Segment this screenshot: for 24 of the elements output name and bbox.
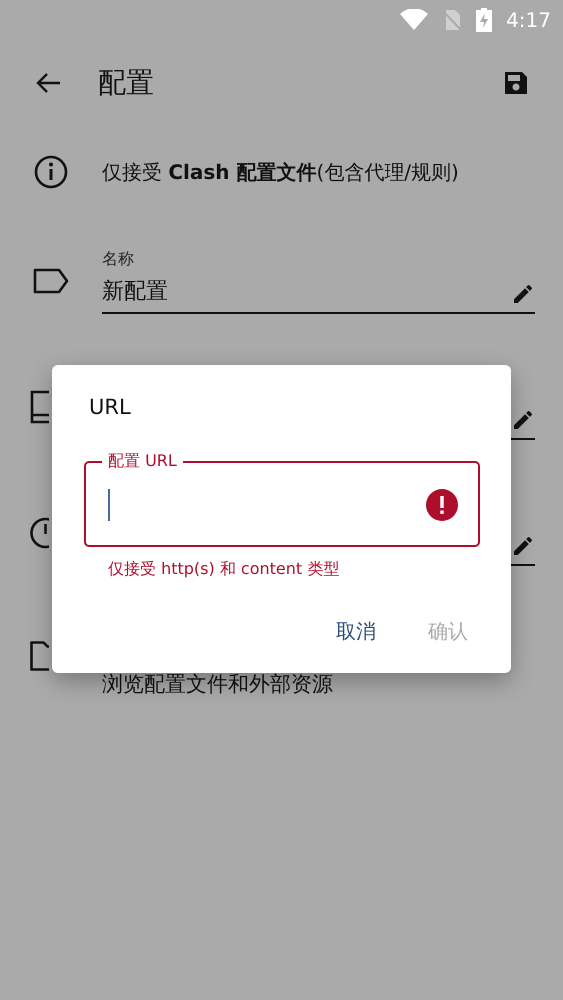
url-input-field[interactable]: 配置 URL (84, 451, 480, 547)
field-value: 新配置 (102, 278, 169, 306)
field-label: 名称 (102, 249, 135, 270)
clock-time: 4:17 (506, 8, 551, 32)
edit-icon[interactable] (511, 408, 535, 432)
save-icon[interactable] (503, 70, 529, 96)
tag-icon (32, 267, 70, 295)
edit-icon[interactable] (511, 282, 535, 306)
back-arrow-icon[interactable] (36, 72, 62, 94)
clock-icon (30, 517, 49, 549)
dialog-button[interactable]: 取消 (332, 614, 380, 649)
helper-text: 仅接受 http(s) 和 content 类型 (108, 559, 340, 580)
browse-files-text[interactable]: 浏览配置文件和外部资源 (102, 670, 333, 698)
device-icon (30, 389, 49, 425)
wifi-icon (400, 9, 428, 31)
battery-icon (476, 8, 492, 32)
info-text: 仅接受 Clash 配置文件(包含代理/规则) (102, 158, 459, 186)
text-field[interactable]: 名称 新配置 (102, 248, 535, 314)
dialog-title: URL (89, 395, 132, 419)
field-label: 配置 URL (107, 451, 178, 472)
folder-icon (30, 641, 49, 671)
page-title: 配置 (98, 65, 155, 101)
info-icon (34, 155, 68, 189)
edit-icon[interactable] (511, 534, 535, 558)
